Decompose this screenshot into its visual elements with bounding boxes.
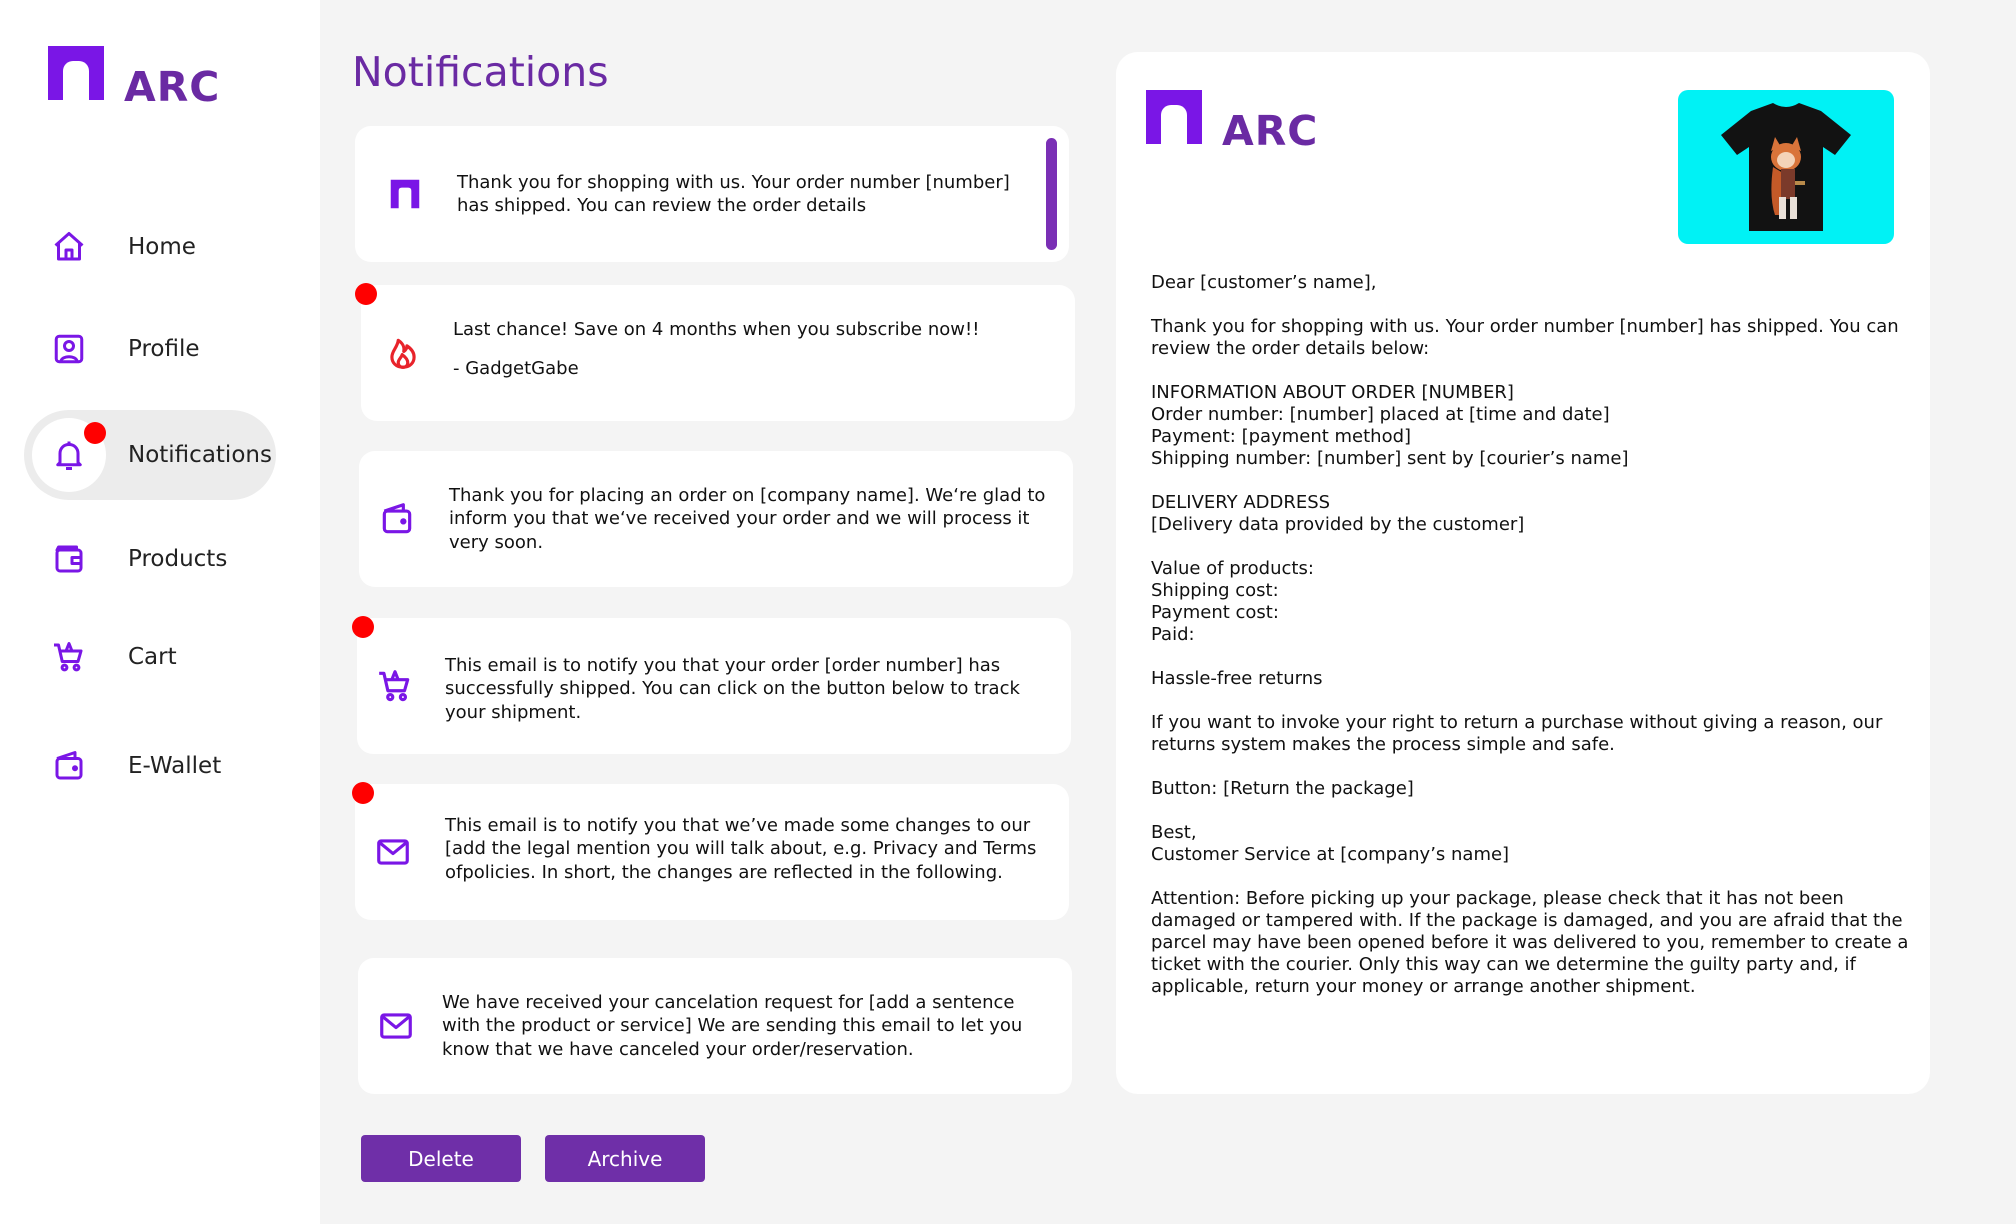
mail-icon: [377, 839, 409, 865]
home-icon: [54, 232, 84, 261]
notification-signature: - GadgetGabe: [453, 358, 579, 379]
sidebar-item-home[interactable]: Home: [24, 202, 276, 292]
sidebar-item-profile[interactable]: Profile: [24, 304, 276, 394]
notification-text: Last chance! Save on 4 months when you s…: [453, 318, 980, 340]
brand-logo: ARC: [1146, 90, 1318, 152]
unread-badge: [84, 422, 106, 444]
brand-logo[interactable]: ARC: [48, 46, 220, 108]
notification-card[interactable]: Thank you for placing an order on [compa…: [359, 451, 1073, 587]
arc-logo-icon: [390, 179, 420, 209]
products-icon: [55, 545, 83, 573]
notification-card[interactable]: Last chance! Save on 4 months when you s…: [361, 285, 1075, 421]
sidebar-item-label: Cart: [128, 644, 177, 670]
product-image: [1678, 90, 1894, 244]
sidebar-item-label: Home: [128, 234, 196, 260]
profile-icon: [54, 334, 84, 364]
fire-icon: [390, 338, 416, 369]
brand-name: ARC: [124, 63, 221, 111]
notification-text: This email is to notify you that we’ve m…: [445, 814, 1037, 883]
notification-text: Thank you for placing an order on [compa…: [449, 484, 1046, 553]
email-body: Dear [customer’s name], Thank you for sh…: [1151, 272, 1909, 997]
unread-badge: [355, 283, 377, 305]
notification-text: We have received your cancelation reques…: [442, 991, 1023, 1060]
notification-card[interactable]: This email is to notify you that we’ve m…: [355, 784, 1069, 920]
sidebar-item-products[interactable]: Products: [24, 514, 276, 604]
wallet-icon: [55, 751, 83, 780]
sidebar-item-e-wallet[interactable]: E-Wallet: [24, 721, 276, 811]
notification-card[interactable]: Thank you for shopping with us. Your ord…: [355, 126, 1069, 262]
notification-text: Thank you for shopping with us. Your ord…: [457, 171, 1010, 217]
notification-card[interactable]: This email is to notify you that your or…: [357, 618, 1071, 754]
arc-logo-icon: [1146, 90, 1202, 144]
mail-icon: [380, 1013, 412, 1039]
archive-button[interactable]: Archive: [545, 1135, 705, 1182]
sidebar-item-label: E-Wallet: [128, 753, 222, 779]
cart-icon: [379, 670, 410, 702]
brand-name: ARC: [1222, 107, 1319, 155]
sidebar-item-cart[interactable]: Cart: [24, 612, 276, 702]
unread-badge: [352, 616, 374, 638]
sidebar-item-label: Notifications: [128, 442, 272, 468]
unread-badge: [352, 782, 374, 804]
notification-text: This email is to notify you that your or…: [445, 654, 1020, 723]
cart-icon: [54, 642, 83, 672]
delete-button[interactable]: Delete: [361, 1135, 521, 1182]
sidebar: ARC Home Profile Notifications Products …: [0, 0, 320, 1224]
sidebar-item-notifications[interactable]: Notifications: [24, 410, 276, 500]
sidebar-item-label: Products: [128, 546, 228, 572]
tshirt-image-icon: [1721, 103, 1851, 231]
sidebar-item-label: Profile: [128, 336, 200, 362]
wallet-icon: [382, 503, 412, 534]
notification-card[interactable]: We have received your cancelation reques…: [358, 958, 1072, 1094]
scrollbar-thumb[interactable]: [1046, 138, 1057, 250]
bell-icon: [56, 441, 82, 470]
arc-logo-icon: [48, 46, 104, 100]
page-title: Notifications: [352, 48, 609, 96]
notification-detail-panel: ARC Dear [customer’s name], Thank you fo…: [1116, 52, 1930, 1094]
